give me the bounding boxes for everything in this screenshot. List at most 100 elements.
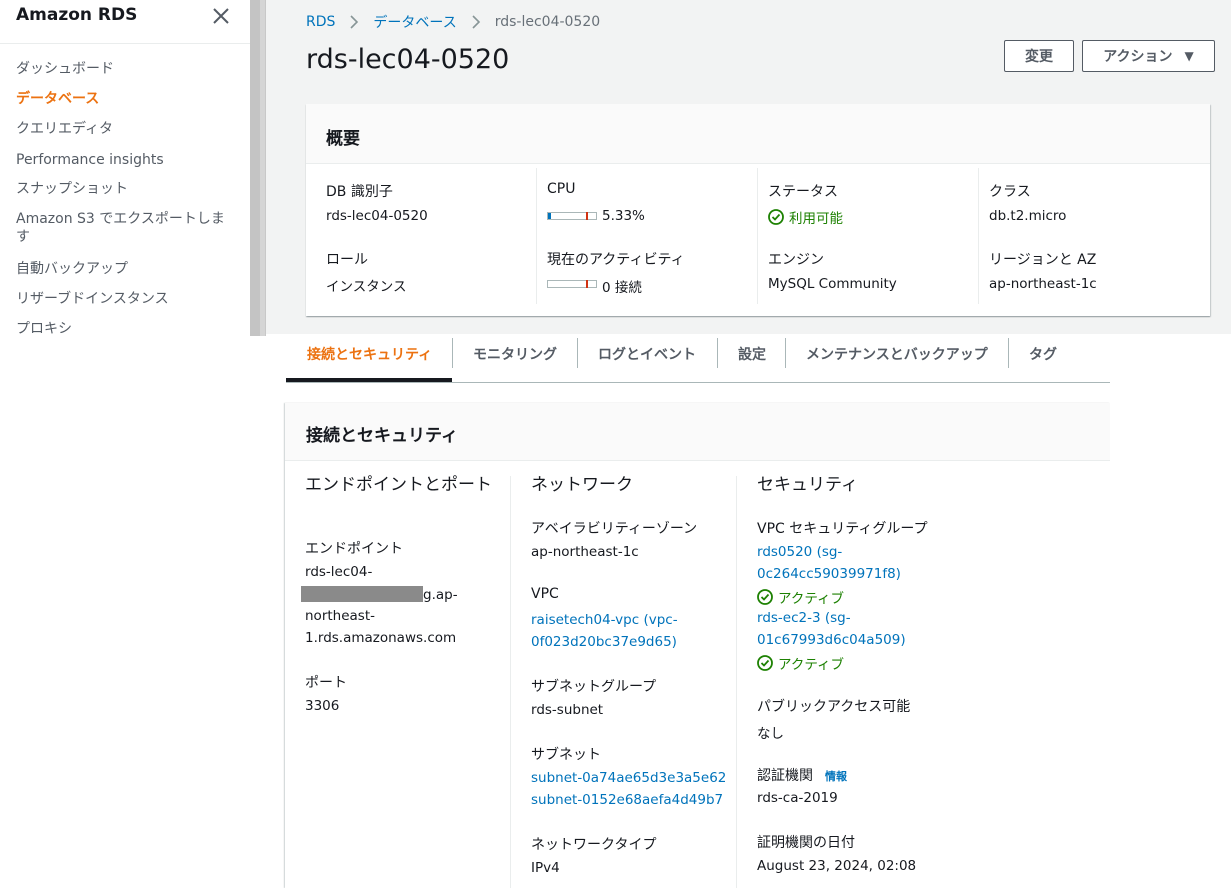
- role-label: ロール: [326, 252, 368, 268]
- cpu-value: 5.33%: [602, 208, 645, 224]
- port-value: 3306: [305, 698, 340, 714]
- ca-date-value: August 23, 2024, 02:08: [757, 858, 917, 874]
- status-text: 利用可能: [789, 211, 843, 227]
- cpu-progress-bar: [547, 212, 597, 220]
- endpoint-line3: northeast-: [305, 608, 375, 624]
- status-value: 利用可能: [768, 207, 843, 227]
- endpoint-port-heading: エンドポイントとポート: [305, 475, 492, 495]
- sidebar-item-automated-backups[interactable]: 自動バックアップ: [16, 260, 231, 278]
- endpoint-label: エンドポイント: [305, 541, 403, 557]
- sidebar-item-proxies[interactable]: プロキシ: [16, 320, 231, 338]
- port-label: ポート: [305, 675, 347, 691]
- sg2-link-line1[interactable]: rds-ec2-3 (sg-: [757, 610, 851, 626]
- sg1-status-text: アクティブ: [778, 591, 845, 607]
- actions-button[interactable]: アクション ▼: [1082, 40, 1215, 72]
- network-type-value: IPv4: [531, 860, 560, 876]
- tab-monitoring[interactable]: モニタリング: [473, 344, 557, 364]
- breadcrumb: RDS データベース rds-lec04-0520: [306, 12, 600, 32]
- chevron-right-icon: [350, 15, 359, 29]
- sidebar-item-dashboard[interactable]: ダッシュボード: [16, 60, 231, 78]
- sg2-status: アクティブ: [757, 653, 844, 673]
- ca-info-link[interactable]: 情報: [825, 770, 847, 783]
- activity-label: 現在のアクティビティ: [547, 252, 685, 268]
- sg1-status: アクティブ: [757, 587, 844, 607]
- tab-tags[interactable]: タグ: [1029, 344, 1057, 364]
- sg1-link-line2[interactable]: 0c264cc59039971f8): [757, 566, 901, 582]
- activity-progress-bar: [547, 280, 597, 288]
- connectivity-title: 接続とセキュリティ: [306, 426, 458, 446]
- ca-date-label: 証明機関の日付: [757, 835, 855, 851]
- az-label: アベイラビリティーゾーン: [531, 521, 698, 537]
- subnet-link-1[interactable]: subnet-0a74ae65d3e3a5e62: [531, 770, 726, 786]
- breadcrumb-current: rds-lec04-0520: [494, 14, 601, 30]
- sidebar-scrollbar[interactable]: [250, 0, 266, 336]
- tab-divider: [1008, 338, 1009, 368]
- chevron-right-icon: [472, 15, 480, 29]
- modify-button[interactable]: 変更: [1004, 40, 1074, 72]
- close-icon[interactable]: [211, 6, 231, 26]
- status-label: ステータス: [768, 184, 838, 200]
- summary-header: 概要: [306, 104, 1210, 164]
- ca-label-text: 認証機関: [757, 768, 813, 784]
- sg2-link-line2[interactable]: 01c67993d6c04a509): [757, 632, 906, 648]
- sidebar-title: Amazon RDS: [16, 5, 138, 25]
- cpu-threshold-mark: [586, 212, 588, 220]
- subnet-group-value: rds-subnet: [531, 702, 604, 718]
- vpc-link-line2[interactable]: 0f023d20bc37e9d65): [531, 634, 677, 650]
- tab-divider: [452, 338, 453, 368]
- sidebar-header: Amazon RDS: [0, 0, 250, 44]
- endpoint-line4: 1.rds.amazonaws.com: [305, 630, 457, 646]
- activity-value: 0 接続: [602, 280, 642, 296]
- tab-maintenance-backups[interactable]: メンテナンスとバックアップ: [806, 344, 988, 364]
- vpc-label: VPC: [531, 586, 559, 602]
- breadcrumb-rds[interactable]: RDS: [306, 14, 335, 30]
- check-circle-icon: [768, 209, 784, 225]
- sidebar-item-query-editor[interactable]: クエリエディタ: [16, 120, 231, 138]
- tab-divider: [717, 338, 718, 368]
- ca-value: rds-ca-2019: [757, 790, 838, 806]
- page-title: rds-lec04-0520: [306, 44, 510, 75]
- sidebar-item-reserved-instances[interactable]: リザーブドインスタンス: [16, 290, 231, 308]
- vpc-link-line1[interactable]: raisetech04-vpc (vpc-: [531, 612, 678, 628]
- tab-configuration[interactable]: 設定: [738, 344, 766, 364]
- endpoint-line1: rds-lec04-: [305, 564, 373, 580]
- actions-button-label: アクション: [1103, 49, 1173, 65]
- vpc-sg-label: VPC セキュリティグループ: [757, 521, 928, 537]
- column-divider: [978, 168, 979, 304]
- region-label: リージョンと AZ: [989, 252, 1097, 268]
- sidebar-item-s3-export[interactable]: Amazon S3 でエクスポートします: [16, 210, 231, 246]
- sidebar-item-snapshots[interactable]: スナップショット: [16, 180, 231, 198]
- tab-logs-events[interactable]: ログとイベント: [598, 344, 696, 364]
- modify-button-label: 変更: [1025, 49, 1053, 65]
- engine-label: エンジン: [768, 252, 824, 268]
- redacted-block: [301, 586, 423, 602]
- network-heading: ネットワーク: [531, 475, 633, 495]
- tab-connectivity-security[interactable]: 接続とセキュリティ: [307, 344, 432, 364]
- breadcrumb-databases[interactable]: データベース: [373, 12, 456, 32]
- subnet-link-2[interactable]: subnet-0152e68aefa4d49b7: [531, 792, 723, 808]
- scrollbar-thumb[interactable]: [250, 0, 260, 336]
- sidebar-item-performance-insights[interactable]: Performance insights: [16, 151, 231, 169]
- activity-threshold-mark: [586, 280, 588, 288]
- sg2-status-text: アクティブ: [778, 657, 845, 673]
- ca-label: 認証機関 情報: [757, 765, 847, 785]
- region-value: ap-northeast-1c: [989, 276, 1097, 292]
- check-circle-icon: [757, 655, 773, 671]
- sidebar-item-databases[interactable]: データベース: [16, 90, 231, 108]
- sg1-link-line1[interactable]: rds0520 (sg-: [757, 544, 842, 560]
- subnet-group-label: サブネットグループ: [531, 679, 657, 695]
- endpoint-line2: g.ap-: [301, 586, 458, 603]
- role-value: インスタンス: [326, 279, 407, 295]
- az-value: ap-northeast-1c: [531, 544, 639, 560]
- check-circle-icon: [757, 589, 773, 605]
- engine-value: MySQL Community: [768, 276, 897, 292]
- class-value: db.t2.micro: [989, 208, 1067, 224]
- public-access-value: なし: [757, 726, 784, 742]
- summary-title: 概要: [326, 129, 360, 149]
- public-access-label: パブリックアクセス可能: [757, 699, 911, 715]
- db-identifier-label: DB 識別子: [326, 184, 393, 200]
- endpoint-line2-suffix: g.ap-: [423, 587, 458, 603]
- summary-panel: 概要 DB 識別子 rds-lec04-0520 ロール インスタンス CPU …: [306, 104, 1210, 316]
- class-label: クラス: [989, 184, 1031, 200]
- sidebar: Amazon RDS ダッシュボード データベース クエリエディタ Perfor…: [0, 0, 250, 338]
